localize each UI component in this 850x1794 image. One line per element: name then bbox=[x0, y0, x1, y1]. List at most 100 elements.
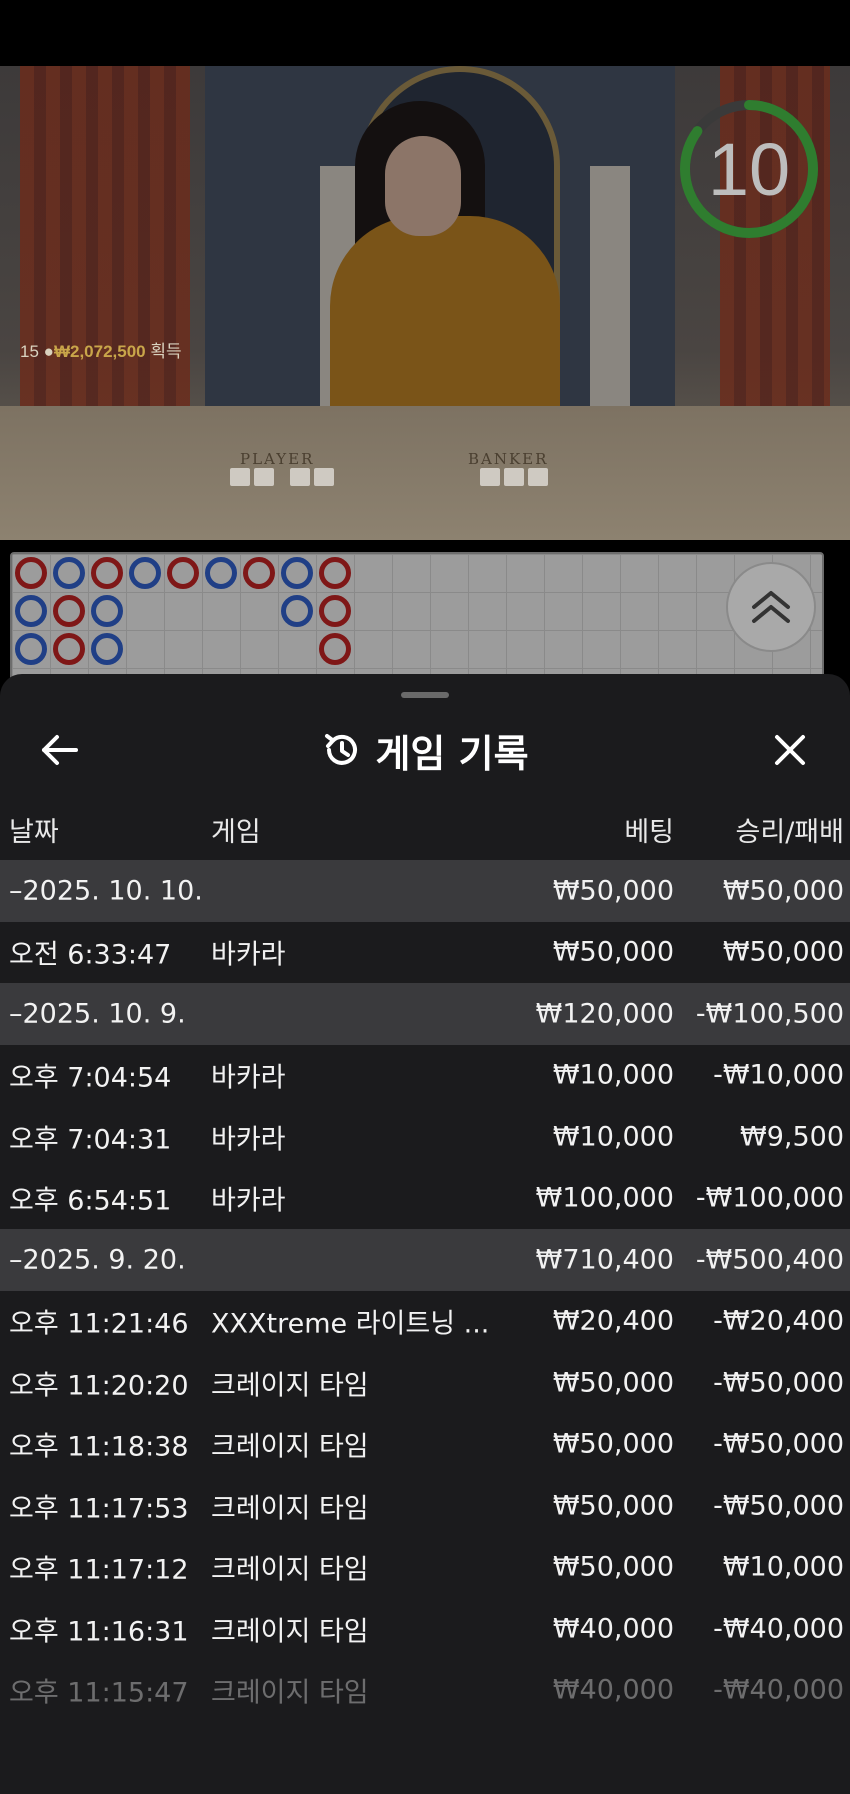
player-card bbox=[254, 468, 274, 486]
banker-card bbox=[528, 468, 548, 486]
row-date: –2025. 10. 10. bbox=[9, 875, 203, 907]
banker-card bbox=[480, 468, 500, 486]
row-winloss-amount: -₩100,000 bbox=[695, 1182, 844, 1214]
col-date-header: 날짜 bbox=[9, 817, 59, 848]
row-bet-amount: ₩50,000 bbox=[552, 936, 674, 968]
player-bead bbox=[15, 633, 47, 665]
history-row[interactable]: 오전 6:33:47 바카라 ₩50,000 ₩50,000 bbox=[0, 922, 850, 984]
back-button[interactable] bbox=[30, 720, 90, 780]
row-winloss-amount: -₩10,000 bbox=[713, 1059, 844, 1091]
player-bead bbox=[15, 595, 47, 627]
player-bead bbox=[91, 633, 123, 665]
history-row[interactable]: 오후 11:16:31 크레이지 타임 ₩40,000 -₩40,000 bbox=[0, 1598, 850, 1660]
banker-bead bbox=[167, 557, 199, 589]
row-game-name: 크레이지 타임 bbox=[211, 1616, 369, 1648]
row-date: 오후 11:15:47 bbox=[9, 1677, 189, 1709]
row-game-name: 크레이지 타임 bbox=[211, 1493, 369, 1525]
row-game-name: 크레이지 타임 bbox=[211, 1370, 369, 1402]
row-date: 오전 6:33:47 bbox=[9, 939, 172, 971]
row-date: 오후 7:04:31 bbox=[9, 1124, 172, 1156]
row-date: –2025. 9. 20. bbox=[9, 1244, 186, 1276]
row-winloss-amount: ₩9,500 bbox=[740, 1121, 844, 1153]
player-bead bbox=[281, 595, 313, 627]
history-row[interactable]: 오후 11:21:46 XXXtreme 라이트닝 ... ₩20,400 -₩20,… bbox=[0, 1291, 850, 1353]
table-banker-label: BANKER bbox=[468, 450, 549, 468]
chevron-double-up-icon bbox=[752, 591, 790, 623]
row-date: 오후 11:20:20 bbox=[9, 1370, 189, 1402]
row-winloss-amount: -₩20,400 bbox=[713, 1305, 844, 1337]
banker-bead bbox=[53, 595, 85, 627]
row-bet-amount: ₩50,000 bbox=[552, 875, 674, 907]
pillar-right bbox=[590, 166, 630, 426]
banker-bead bbox=[319, 633, 351, 665]
banker-bead bbox=[15, 557, 47, 589]
row-bet-amount: ₩100,000 bbox=[535, 1182, 674, 1214]
row-game-name: 바카라 bbox=[211, 1062, 286, 1094]
banker-bead bbox=[243, 557, 275, 589]
row-game-name: 크레이지 타임 bbox=[211, 1677, 369, 1709]
winners-count: 15 bbox=[20, 342, 39, 361]
history-row[interactable]: 오후 11:17:53 크레이지 타임 ₩50,000 -₩50,000 bbox=[0, 1475, 850, 1537]
row-winloss-amount: -₩40,000 bbox=[713, 1613, 844, 1645]
row-date: 오후 11:21:46 bbox=[9, 1308, 189, 1340]
history-row[interactable]: 오후 7:04:31 바카라 ₩10,000 ₩9,500 bbox=[0, 1106, 850, 1168]
col-bet-header: 베팅 bbox=[624, 817, 674, 848]
row-winloss-amount: -₩100,500 bbox=[695, 998, 844, 1030]
history-date-group-row[interactable]: –2025. 9. 20. ₩710,400 -₩500,400 bbox=[0, 1229, 850, 1291]
player-card bbox=[314, 468, 334, 486]
history-date-group-row[interactable]: –2025. 10. 9. ₩120,000 -₩100,500 bbox=[0, 983, 850, 1045]
banker-bead bbox=[91, 557, 123, 589]
expand-roadmap-button[interactable] bbox=[726, 562, 816, 652]
game-history-sheet: 게임 기록 날짜 게임 베팅 승리/패배 –2025. 10. 10. ₩50,0… bbox=[0, 674, 850, 1794]
row-game-name: 크레이지 타임 bbox=[211, 1431, 369, 1463]
row-winloss-amount: ₩50,000 bbox=[722, 875, 844, 907]
sheet-drag-handle[interactable] bbox=[401, 692, 449, 698]
sheet-title: 게임 기록 bbox=[375, 731, 529, 776]
recent-winnings-ticker: 15 ●₩2,072,500 획득 bbox=[20, 337, 182, 362]
table-player-label: PLAYER bbox=[240, 450, 315, 468]
row-game-name: 바카라 bbox=[211, 939, 286, 971]
row-date: 오후 6:54:51 bbox=[9, 1185, 172, 1217]
row-bet-amount: ₩50,000 bbox=[552, 1428, 674, 1460]
row-bet-amount: ₩50,000 bbox=[552, 1490, 674, 1522]
history-column-headers: 날짜 게임 베팅 승리/패배 bbox=[0, 796, 850, 860]
history-list: –2025. 10. 10. ₩50,000 ₩50,000 오전 6:33:47 바카… bbox=[0, 860, 850, 1721]
row-winloss-amount: -₩50,000 bbox=[713, 1367, 844, 1399]
row-bet-amount: ₩40,000 bbox=[552, 1613, 674, 1645]
player-bead bbox=[205, 557, 237, 589]
row-bet-amount: ₩120,000 bbox=[535, 998, 674, 1030]
banker-bead bbox=[53, 633, 85, 665]
history-row[interactable]: 오후 6:54:51 바카라 ₩100,000 -₩100,000 bbox=[0, 1168, 850, 1230]
dealer-face bbox=[385, 136, 461, 236]
history-clock-icon bbox=[325, 734, 358, 765]
bead-road-scoreboard[interactable] bbox=[10, 552, 824, 682]
history-row[interactable]: 오후 11:20:20 크레이지 타임 ₩50,000 -₩50,000 bbox=[0, 1352, 850, 1414]
close-icon bbox=[775, 735, 805, 765]
row-winloss-amount: ₩50,000 bbox=[722, 936, 844, 968]
history-row[interactable]: 오후 7:04:54 바카라 ₩10,000 -₩10,000 bbox=[0, 1045, 850, 1107]
row-bet-amount: ₩40,000 bbox=[552, 1674, 674, 1706]
row-date: 오후 11:17:53 bbox=[9, 1493, 189, 1525]
col-game-header: 게임 bbox=[211, 817, 261, 848]
row-date: 오후 7:04:54 bbox=[9, 1062, 172, 1094]
row-bet-amount: ₩10,000 bbox=[552, 1121, 674, 1153]
col-winloss-header: 승리/패배 bbox=[735, 817, 844, 848]
player-card bbox=[290, 468, 310, 486]
history-date-group-row[interactable]: –2025. 10. 10. ₩50,000 ₩50,000 bbox=[0, 860, 850, 922]
row-bet-amount: ₩50,000 bbox=[552, 1367, 674, 1399]
row-date: 오후 11:17:12 bbox=[9, 1554, 189, 1586]
row-bet-amount: ₩10,000 bbox=[552, 1059, 674, 1091]
winnings-suffix: 획득 bbox=[150, 342, 182, 361]
winnings-amount: ₩2,072,500 bbox=[53, 342, 146, 361]
row-winloss-amount: -₩50,000 bbox=[713, 1490, 844, 1522]
close-button[interactable] bbox=[760, 720, 820, 780]
history-row[interactable]: 오후 11:15:47 크레이지 타임 ₩40,000 -₩40,000 bbox=[0, 1660, 850, 1722]
banker-card bbox=[504, 468, 524, 486]
player-bead bbox=[129, 557, 161, 589]
row-date: –2025. 10. 9. bbox=[9, 998, 186, 1030]
history-row[interactable]: 오후 11:17:12 크레이지 타임 ₩50,000 ₩10,000 bbox=[0, 1537, 850, 1599]
row-game-name: XXXtreme 라이트닝 ... bbox=[211, 1308, 490, 1340]
row-date: 오후 11:18:38 bbox=[9, 1431, 189, 1463]
banker-bead bbox=[319, 557, 351, 589]
history-row[interactable]: 오후 11:18:38 크레이지 타임 ₩50,000 -₩50,000 bbox=[0, 1414, 850, 1476]
